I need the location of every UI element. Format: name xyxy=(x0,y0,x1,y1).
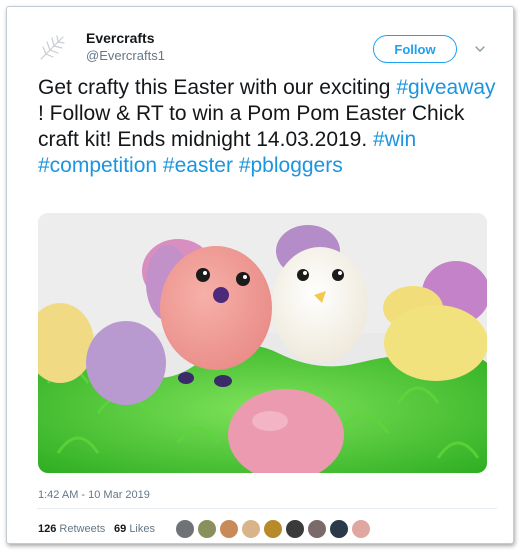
leaf-logo-icon[interactable] xyxy=(37,31,69,63)
divider xyxy=(37,508,497,509)
liker-avatar[interactable] xyxy=(351,519,371,539)
retweets-stat[interactable]: 126 Retweets xyxy=(38,523,105,535)
likes-stat[interactable]: 69 Likes xyxy=(114,523,155,535)
liker-avatar[interactable] xyxy=(241,519,261,539)
tweet-photo[interactable] xyxy=(38,213,487,473)
chevron-down-icon[interactable] xyxy=(474,43,486,55)
hashtag-link[interactable]: #competition xyxy=(38,154,157,177)
liker-avatar[interactable] xyxy=(219,519,239,539)
liker-avatar[interactable] xyxy=(197,519,217,539)
likes-label: Likes xyxy=(129,523,155,535)
tweet-card: Evercrafts @Evercrafts1 Follow Get craft… xyxy=(6,6,514,544)
tweet-timestamp[interactable]: 1:42 AM - 10 Mar 2019 xyxy=(38,489,150,501)
hashtag-link[interactable]: #pbloggers xyxy=(239,154,343,177)
liker-avatar[interactable] xyxy=(175,519,195,539)
tweet-text: Get crafty this Easter with our exciting… xyxy=(38,75,498,179)
hashtag-link[interactable]: #easter xyxy=(163,154,233,177)
liker-avatar[interactable] xyxy=(307,519,327,539)
retweets-count: 126 xyxy=(38,523,57,535)
author-handle[interactable]: @Evercrafts1 xyxy=(86,48,165,63)
liker-avatar[interactable] xyxy=(263,519,283,539)
hashtag-link[interactable]: #giveaway xyxy=(396,76,495,99)
liker-avatar[interactable] xyxy=(329,519,349,539)
likes-count: 69 xyxy=(114,523,127,535)
liker-avatars xyxy=(175,519,373,539)
author-name[interactable]: Evercrafts xyxy=(86,30,155,46)
retweets-label: Retweets xyxy=(59,523,106,535)
tweet-text-segment: Get crafty this Easter with our exciting xyxy=(38,76,397,99)
follow-button[interactable]: Follow xyxy=(373,35,457,63)
liker-avatar[interactable] xyxy=(285,519,305,539)
hashtag-link[interactable]: #win xyxy=(373,128,416,151)
